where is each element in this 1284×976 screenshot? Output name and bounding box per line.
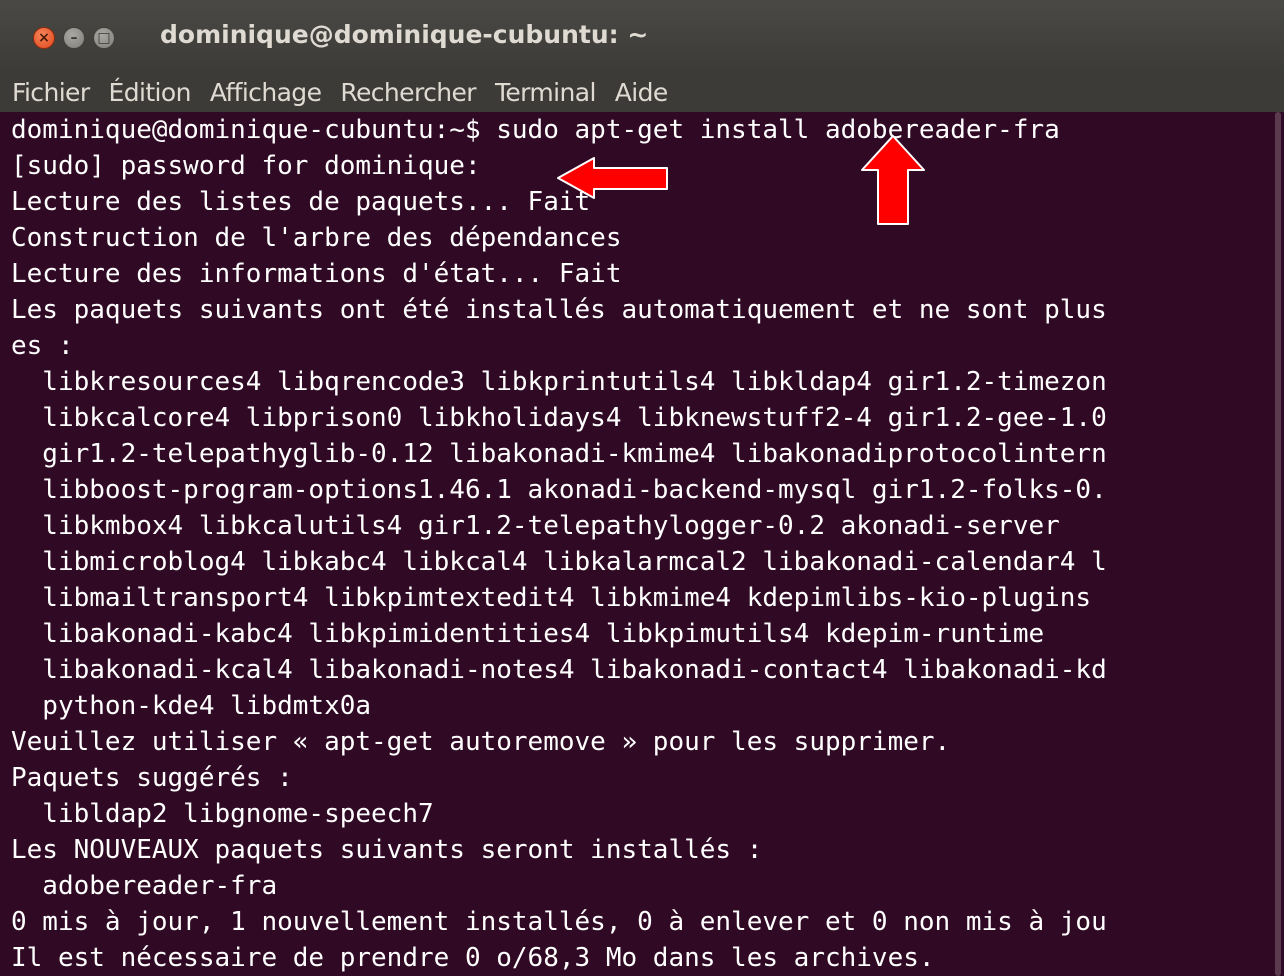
menu-terminal[interactable]: Terminal: [495, 78, 596, 107]
menu-aide[interactable]: Aide: [615, 78, 669, 107]
left-arrow-annotation-icon: [557, 157, 668, 199]
terminal-line: Lecture des listes de paquets... Fait: [11, 187, 591, 217]
terminal-line: Construction de l'arbre des dépendances: [11, 223, 622, 253]
terminal-line: libmicroblog4 libkabc4 libkcal4 libkalar…: [11, 547, 1107, 577]
terminal-line: Paquets suggérés :: [11, 763, 293, 793]
window-title: dominique@dominique-cubuntu: ~: [160, 20, 649, 49]
terminal-line: libldap2 libgnome-speech7: [11, 799, 434, 829]
terminal-line: python-kde4 libdmtx0a: [11, 691, 372, 721]
terminal-line: libkresources4 libqrencode3 libkprintuti…: [11, 367, 1107, 397]
title-bar[interactable]: × – □ dominique@dominique-cubuntu: ~: [0, 0, 1284, 72]
terminal-window: × – □ dominique@dominique-cubuntu: ~ Fic…: [0, 0, 1284, 976]
terminal-line: [sudo] password for dominique:: [11, 151, 481, 181]
menu-rechercher[interactable]: Rechercher: [340, 78, 476, 107]
terminal-line: libakonadi-kcal4 libakonadi-notes4 libak…: [11, 655, 1107, 685]
menu-edition[interactable]: Édition: [109, 78, 192, 107]
terminal-line: Les paquets suivants ont été installés a…: [11, 295, 1107, 325]
terminal-line: adobereader-fra: [11, 871, 278, 901]
terminal-line: libkmbox4 libkcalutils4 gir1.2-telepathy…: [11, 511, 1060, 541]
terminal-line: 0 mis à jour, 1 nouvellement installés, …: [11, 907, 1107, 937]
terminal-line: libboost-program-options1.46.1 akonadi-b…: [11, 475, 1107, 505]
terminal-line: libkcalcore4 libprison0 libkholidays4 li…: [11, 403, 1107, 433]
terminal-line: Il est nécessaire de prendre 0 o/68,3 Mo…: [11, 943, 935, 973]
terminal-line: es :: [11, 331, 74, 361]
terminal-line: Les NOUVEAUX paquets suivants seront ins…: [11, 835, 763, 865]
menu-affichage[interactable]: Affichage: [210, 78, 322, 107]
terminal-line: Veuillez utiliser « apt-get autoremove »…: [11, 727, 951, 757]
terminal-output[interactable]: dominique@dominique-cubuntu:~$ sudo apt-…: [0, 112, 1272, 976]
menu-bar: Fichier Édition Affichage Rechercher Ter…: [0, 72, 1284, 112]
menu-fichier[interactable]: Fichier: [12, 78, 90, 107]
close-icon[interactable]: ×: [33, 27, 55, 49]
minimize-icon[interactable]: –: [63, 27, 85, 49]
terminal-line: libmailtransport4 libkpimtextedit4 libkm…: [11, 583, 1092, 613]
terminal-scrollbar[interactable]: [1272, 112, 1284, 976]
up-arrow-annotation-icon: [861, 135, 925, 225]
terminal-line: libakonadi-kabc4 libkpimidentities4 libk…: [11, 619, 1045, 649]
terminal-line: Lecture des informations d'état... Fait: [11, 259, 622, 289]
maximize-icon[interactable]: □: [93, 27, 115, 49]
scrollbar-thumb[interactable]: [1275, 112, 1281, 976]
terminal-line: gir1.2-telepathyglib-0.12 libakonadi-kmi…: [11, 439, 1107, 469]
